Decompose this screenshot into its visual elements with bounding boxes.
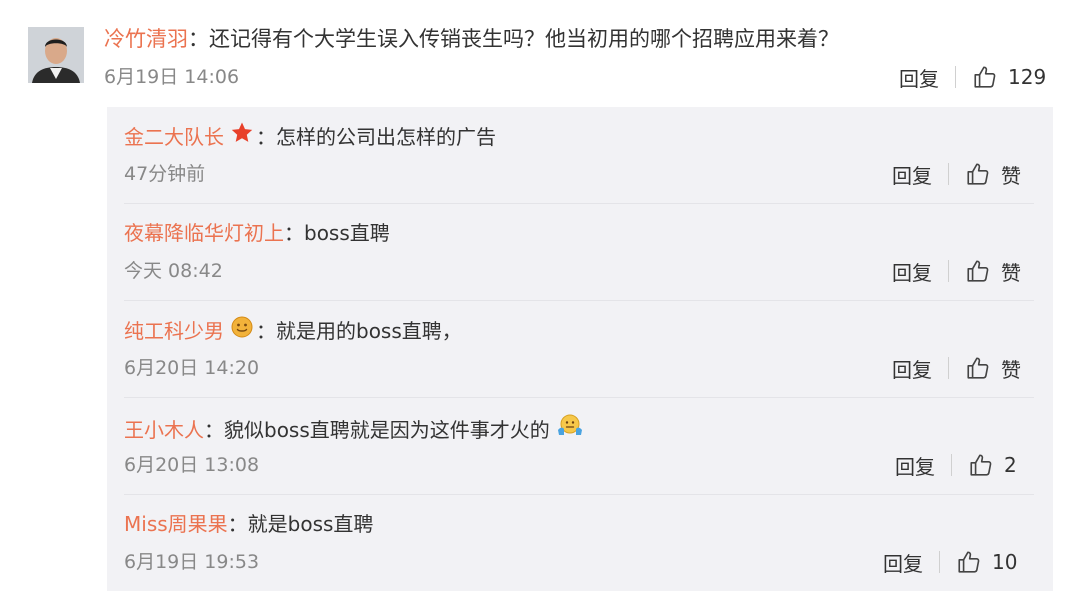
thumbs-up-icon	[967, 357, 989, 379]
divider	[948, 163, 949, 185]
main-comment-text: 还记得有个大学生误入传销丧生吗？他当初用的哪个招聘应用来着？	[209, 27, 839, 51]
sub-comment-time: 6月20日 13:08	[124, 454, 260, 476]
sub-comment-content: Miss周果果：就是boss直聘	[124, 509, 373, 539]
like-count: 赞	[1001, 357, 1021, 382]
main-comment: 冷竹清羽：还记得有个大学生误入传销丧生吗？他当初用的哪个招聘应用来着？ 6月19…	[0, 0, 1080, 108]
like-button[interactable]: 10	[956, 549, 1017, 575]
divider	[951, 454, 952, 476]
like-button[interactable]: 赞	[965, 160, 1021, 189]
sub-comment-text: 貌似boss直聘就是因为这件事才火的	[224, 418, 550, 442]
thumbs-up-icon	[967, 163, 989, 185]
colon-separator: ：	[188, 27, 209, 51]
colon-separator: ：	[227, 512, 248, 536]
main-comment-time: 6月19日 14:06	[104, 66, 240, 88]
reply-button[interactable]: 回复	[895, 451, 935, 480]
sub-comment-username[interactable]: 夜幕降临华灯初上	[124, 218, 284, 248]
colon-separator: ：	[256, 319, 276, 343]
main-comment-actions: 回复 129	[899, 62, 1046, 92]
sub-comment: 夜幕降临华灯初上： boss直聘 今天 08:42 回复 赞	[124, 204, 1034, 301]
sub-comment-time: 6月19日 19:53	[124, 551, 260, 573]
main-comment-username[interactable]: 冷竹清羽	[104, 27, 188, 51]
divider	[955, 66, 956, 88]
colon-separator: ：	[284, 221, 304, 245]
like-button[interactable]: 2	[968, 452, 1017, 478]
reply-button[interactable]: 回复	[892, 160, 932, 189]
smiley-badge-icon	[230, 315, 254, 347]
reply-button[interactable]: 回复	[899, 63, 939, 92]
sub-comment-text: 就是boss直聘	[247, 512, 374, 536]
like-count: 赞	[1001, 163, 1021, 188]
star-badge-icon	[230, 121, 254, 153]
sub-comment-content: 纯工科少男 ：就是用的boss直聘，	[124, 315, 462, 347]
sub-comment-content: 金二大队长 ：怎样的公司出怎样的广告	[124, 121, 496, 153]
like-button[interactable]: 赞	[965, 257, 1021, 286]
sub-comment-time: 今天 08:42	[124, 260, 223, 282]
like-count: 2	[1004, 453, 1017, 477]
sub-comment-username[interactable]: Miss周果果	[124, 509, 228, 539]
sub-comment-actions: 回复 赞	[892, 159, 1021, 189]
like-button[interactable]: 129	[972, 64, 1046, 90]
thumbs-up-icon	[970, 454, 992, 476]
avatar[interactable]	[28, 27, 84, 83]
sub-comment: 纯工科少男 ：就是用的boss直聘， 6月20日 14:20 回复 赞	[124, 301, 1034, 398]
divider	[939, 551, 940, 573]
reply-button[interactable]: 回复	[892, 257, 932, 286]
sub-comment-content: 王小木人：貌似boss直聘就是因为这件事才火的	[124, 412, 586, 448]
sub-comment: 金二大队长 ：怎样的公司出怎样的广告 47分钟前 回复 赞	[124, 107, 1034, 204]
thumbs-up-icon	[958, 551, 980, 573]
sub-comment: Miss周果果：就是boss直聘 6月19日 19:53 回复 10	[124, 495, 1034, 592]
like-count: 129	[1008, 65, 1047, 89]
sub-comment-username[interactable]: 王小木人	[124, 415, 204, 445]
sub-comments-panel: 金二大队长 ：怎样的公司出怎样的广告 47分钟前 回复 赞 夜幕降临华灯初上： b…	[107, 107, 1053, 591]
sub-comment-text: 就是用的boss直聘，	[276, 319, 462, 343]
sub-comment-text: 怎样的公司出怎样的广告	[276, 125, 496, 149]
divider	[948, 357, 949, 379]
colon-separator: ：	[204, 418, 224, 442]
divider	[948, 260, 949, 282]
like-button[interactable]: 赞	[965, 354, 1021, 383]
sub-comment-time: 47分钟前	[124, 163, 206, 185]
like-count: 10	[992, 550, 1018, 574]
shrug-emoji-icon	[556, 412, 584, 448]
sub-comment-text: boss直聘	[304, 221, 390, 245]
colon-separator: ：	[256, 125, 276, 149]
sub-comment-time: 6月20日 14:20	[124, 357, 260, 379]
sub-comment-actions: 回复 赞	[892, 256, 1021, 286]
like-count: 赞	[1001, 260, 1021, 285]
sub-comment-actions: 回复 赞	[892, 353, 1021, 383]
thumbs-up-icon	[974, 66, 996, 88]
sub-comment-actions: 回复 2	[895, 450, 1017, 480]
sub-comment-username[interactable]: 纯工科少男	[124, 316, 224, 346]
sub-comment-actions: 回复 10	[883, 547, 1017, 577]
sub-comment: 王小木人：貌似boss直聘就是因为这件事才火的 6月20日 13:08 回复 2	[124, 398, 1034, 495]
thumbs-up-icon	[967, 260, 989, 282]
sub-comment-username[interactable]: 金二大队长	[124, 122, 224, 152]
main-comment-content: 冷竹清羽：还记得有个大学生误入传销丧生吗？他当初用的哪个招聘应用来着？	[104, 24, 839, 54]
reply-button[interactable]: 回复	[883, 548, 923, 577]
reply-button[interactable]: 回复	[892, 354, 932, 383]
sub-comment-content: 夜幕降临华灯初上： boss直聘	[124, 218, 390, 248]
